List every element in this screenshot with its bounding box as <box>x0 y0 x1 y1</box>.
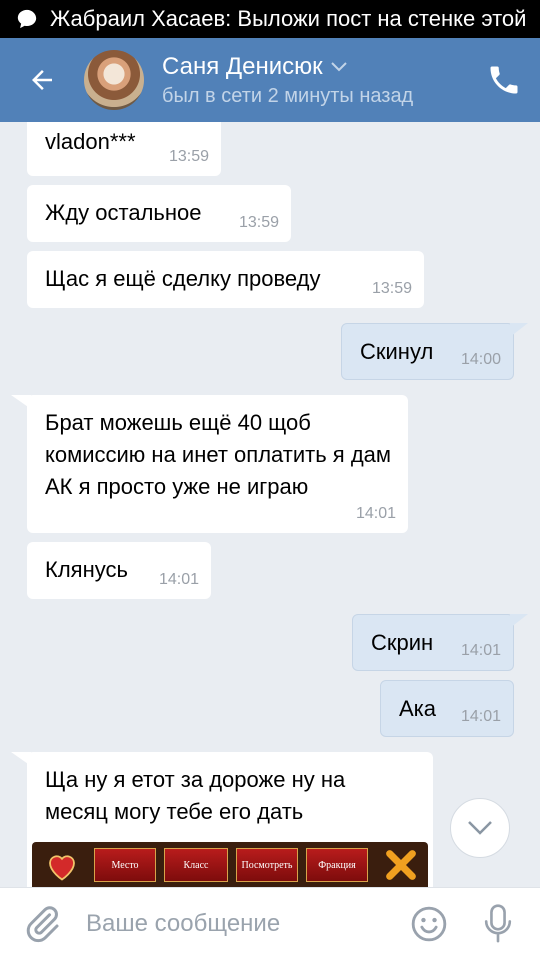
message-text: Щас я ещё сделку проведу <box>45 266 321 291</box>
message-composer <box>0 887 540 960</box>
attachment-cell: Фракция <box>306 848 368 882</box>
message-text: Клянусь <box>45 557 128 582</box>
phone-icon[interactable] <box>486 62 522 98</box>
message-list[interactable]: vladon*** 13:59 Жду остальное 13:59 Щас … <box>0 122 540 887</box>
image-attachment[interactable]: Место Класс Посмотреть Фракция <box>32 842 428 887</box>
contact-status: был в сети 2 минуты назад <box>162 84 414 107</box>
message-text: Брат можешь ещё 40 щоб комиссию на инет … <box>45 410 392 499</box>
message-time: 14:01 <box>355 505 396 522</box>
message-text: Ака <box>399 696 437 721</box>
message-time: 14:00 <box>460 351 501 368</box>
contact-name: Саня Денисюк <box>162 52 323 80</box>
message-time: 13:59 <box>168 148 209 165</box>
notification-bar[interactable]: Жабраил Хасаев: Выложи пост на стенке эт… <box>0 0 540 38</box>
chevron-down-icon <box>330 61 347 71</box>
contact-info[interactable]: Саня Денисюк был в сети 2 минуты назад <box>162 53 413 108</box>
microphone-icon[interactable] <box>482 903 514 945</box>
message-time: 14:01 <box>460 708 501 725</box>
attachment-cell: Место <box>94 848 156 882</box>
avatar[interactable] <box>84 50 144 110</box>
message-text: Скрин <box>371 630 434 655</box>
message-input[interactable] <box>86 910 386 938</box>
attachment-cell: Класс <box>164 848 228 882</box>
message-time: 14:01 <box>460 642 501 659</box>
message-incoming[interactable]: Щас я ещё сделку проведу 13:59 <box>27 251 424 308</box>
smiley-icon[interactable] <box>410 905 448 943</box>
attachment-cell: Посмотреть <box>236 848 298 882</box>
paperclip-icon[interactable] <box>22 904 62 944</box>
chevron-down-icon <box>468 821 492 835</box>
message-outgoing[interactable]: Скрин 14:01 <box>352 614 514 671</box>
message-time: 13:59 <box>238 214 279 231</box>
message-incoming[interactable]: Брат можешь ещё 40 щоб комиссию на инет … <box>27 395 408 533</box>
heart-icon <box>49 855 75 881</box>
message-incoming[interactable]: Клянусь 14:01 <box>27 542 211 599</box>
message-text: Жду остальное <box>45 200 202 225</box>
message-time: 14:01 <box>158 571 199 588</box>
bubble-tail <box>510 614 528 628</box>
notification-text: Жабраил Хасаев: Выложи пост на стенке эт… <box>50 6 527 31</box>
scroll-down-button[interactable] <box>450 798 510 858</box>
message-outgoing[interactable]: Скинул 14:00 <box>341 323 514 380</box>
message-text: Скинул <box>360 339 434 364</box>
cross-icon <box>386 850 416 880</box>
bubble-tail <box>510 323 528 337</box>
message-text: Ща ну я етот за дороже ну на месяц могу … <box>45 767 346 824</box>
back-button[interactable] <box>0 38 84 122</box>
message-incoming[interactable]: vladon*** 13:59 <box>27 122 221 176</box>
message-text: vladon*** <box>45 129 136 154</box>
message-time: 13:59 <box>371 280 412 297</box>
arrow-left-icon <box>32 70 52 90</box>
message-incoming[interactable]: Жду остальное 13:59 <box>27 185 291 242</box>
chat-bubble-icon <box>17 9 37 29</box>
message-outgoing[interactable]: Ака 14:01 <box>380 680 514 737</box>
chat-header: Саня Денисюк был в сети 2 минуты назад <box>0 38 540 122</box>
